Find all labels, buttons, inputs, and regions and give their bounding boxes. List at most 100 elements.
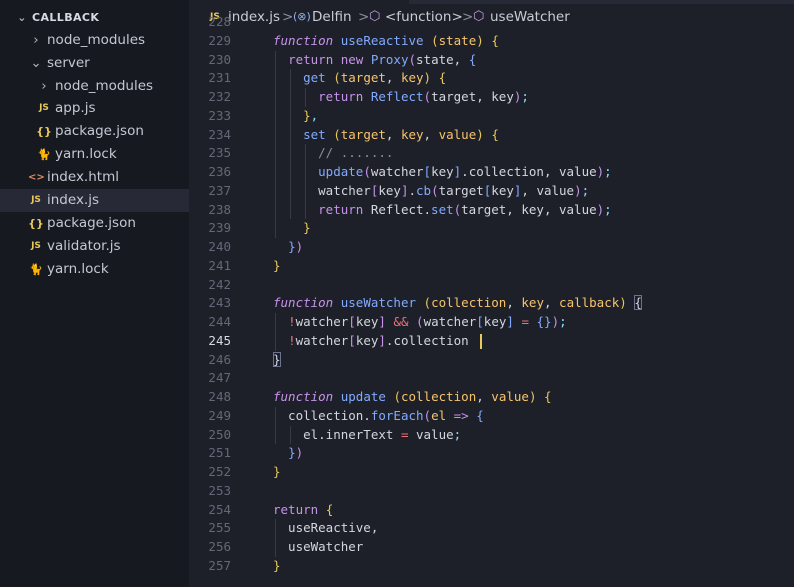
explorer-root-folder[interactable]: ⌄ CALLBACK	[0, 6, 189, 29]
code-token: )	[574, 182, 582, 198]
code-line: 239 }	[189, 219, 794, 238]
code-token: [	[348, 314, 356, 329]
file-tree-item[interactable]: 🐈 yarn.lock	[0, 258, 189, 281]
code-token: ]	[378, 314, 386, 329]
code-token: update	[340, 389, 386, 404]
code-token: {	[438, 70, 447, 86]
line-number: 245	[208, 332, 231, 348]
line-number: 231	[208, 70, 231, 86]
file-tree-item[interactable]: <> index.html	[0, 166, 189, 189]
line-number: 247	[208, 370, 231, 386]
file-tree-item[interactable]: › node_modules	[0, 29, 189, 52]
line-number: 232	[208, 89, 231, 104]
code-token: ,	[543, 295, 560, 311]
code-token: state,	[416, 51, 469, 67]
file-tree-label: index.html	[47, 169, 119, 185]
code-token: useReactive	[340, 32, 424, 48]
indent-guide	[275, 406, 276, 445]
chevron-right-icon: ›	[33, 32, 39, 48]
code-token: // .......	[318, 145, 394, 161]
line-number: 250	[208, 426, 231, 442]
line-number: 253	[208, 482, 231, 498]
code-token: !	[288, 332, 296, 348]
line-number: 229	[208, 32, 231, 48]
code-token: ;	[604, 164, 612, 179]
explorer-root-label: CALLBACK	[32, 11, 100, 24]
code-text: useWatcher	[273, 538, 363, 557]
code-line: 253	[189, 482, 794, 501]
line-number: 234	[208, 126, 231, 142]
code-line: 243 function useWatcher (collection, key,…	[189, 294, 794, 313]
code-text: function useReactive (state) {	[273, 32, 499, 51]
code-token: )	[476, 126, 484, 142]
code-line: 256 useWatcher	[189, 538, 794, 557]
code-token: .collection, value	[461, 164, 597, 179]
file-tree-item[interactable]: JS app.js	[0, 97, 189, 120]
js-file-icon: JS	[31, 195, 41, 205]
file-tree-item[interactable]: {} package.json	[0, 120, 189, 143]
file-tree-item[interactable]: 🐈 yarn.lock	[0, 143, 189, 166]
code-token: watcher	[295, 314, 349, 329]
code-line: 254 return {	[189, 501, 794, 520]
indent-guide	[275, 519, 276, 557]
code-token: ]	[378, 332, 386, 348]
code-token: update	[318, 164, 364, 179]
code-token: ;	[581, 182, 590, 198]
code-line: 235 // .......	[189, 144, 794, 163]
code-editor[interactable]: JS index.js > (⊗) Delfin > ⬡ <function> …	[189, 0, 794, 587]
code-text: }	[273, 557, 281, 576]
code-token: Proxy	[370, 51, 409, 67]
code-token: {	[634, 295, 642, 311]
file-tree-item[interactable]: {} package.json	[0, 212, 189, 235]
code-text: }	[273, 463, 281, 482]
code-text: el.innerText = value;	[273, 426, 461, 445]
code-token: key	[483, 314, 507, 329]
code-token: (	[423, 89, 432, 104]
code-token: )	[551, 314, 560, 329]
code-token: target	[438, 182, 484, 198]
file-tree-label: index.js	[47, 192, 100, 208]
code-token: }	[273, 557, 281, 573]
code-token: watcher	[295, 332, 349, 348]
code-line: 250 el.innerText = value;	[189, 426, 794, 445]
code-token: (	[393, 389, 401, 404]
code-token: target, key	[431, 89, 514, 104]
code-token: (	[416, 314, 424, 329]
code-text: set (target, key, value) {	[273, 126, 499, 145]
file-tree-item[interactable]: JS index.js	[0, 189, 189, 212]
code-token: Reflect.	[363, 201, 432, 217]
file-tree-item[interactable]: JS validator.js	[0, 235, 189, 258]
file-tree-label: app.js	[55, 100, 96, 116]
chevron-right-icon: ›	[41, 78, 47, 94]
code-line: 246}	[189, 351, 794, 370]
code-token: &&	[393, 314, 409, 329]
line-number: 252	[208, 464, 231, 479]
code-token: ;	[521, 89, 529, 104]
code-line: 257}	[189, 557, 794, 576]
code-line: 237 watcher[key].cb(target[key], value);	[189, 182, 794, 201]
code-line: 244 !watcher[key] && (watcher[key] = {})…	[189, 313, 794, 332]
file-tree-item[interactable]: ⌄ server	[0, 52, 189, 75]
file-tree-item[interactable]: › node_modules	[0, 75, 189, 98]
code-token: set	[431, 201, 454, 217]
indent-guide	[290, 425, 292, 445]
code-token: target	[340, 126, 386, 142]
code-token: key	[355, 332, 379, 348]
code-token: (	[408, 51, 417, 67]
code-token: }	[273, 464, 281, 479]
file-tree-label: package.json	[55, 123, 144, 139]
line-number: 238	[208, 201, 231, 217]
json-file-icon: {}	[36, 125, 52, 138]
code-token: collection	[400, 389, 477, 404]
code-token: value	[408, 426, 454, 442]
